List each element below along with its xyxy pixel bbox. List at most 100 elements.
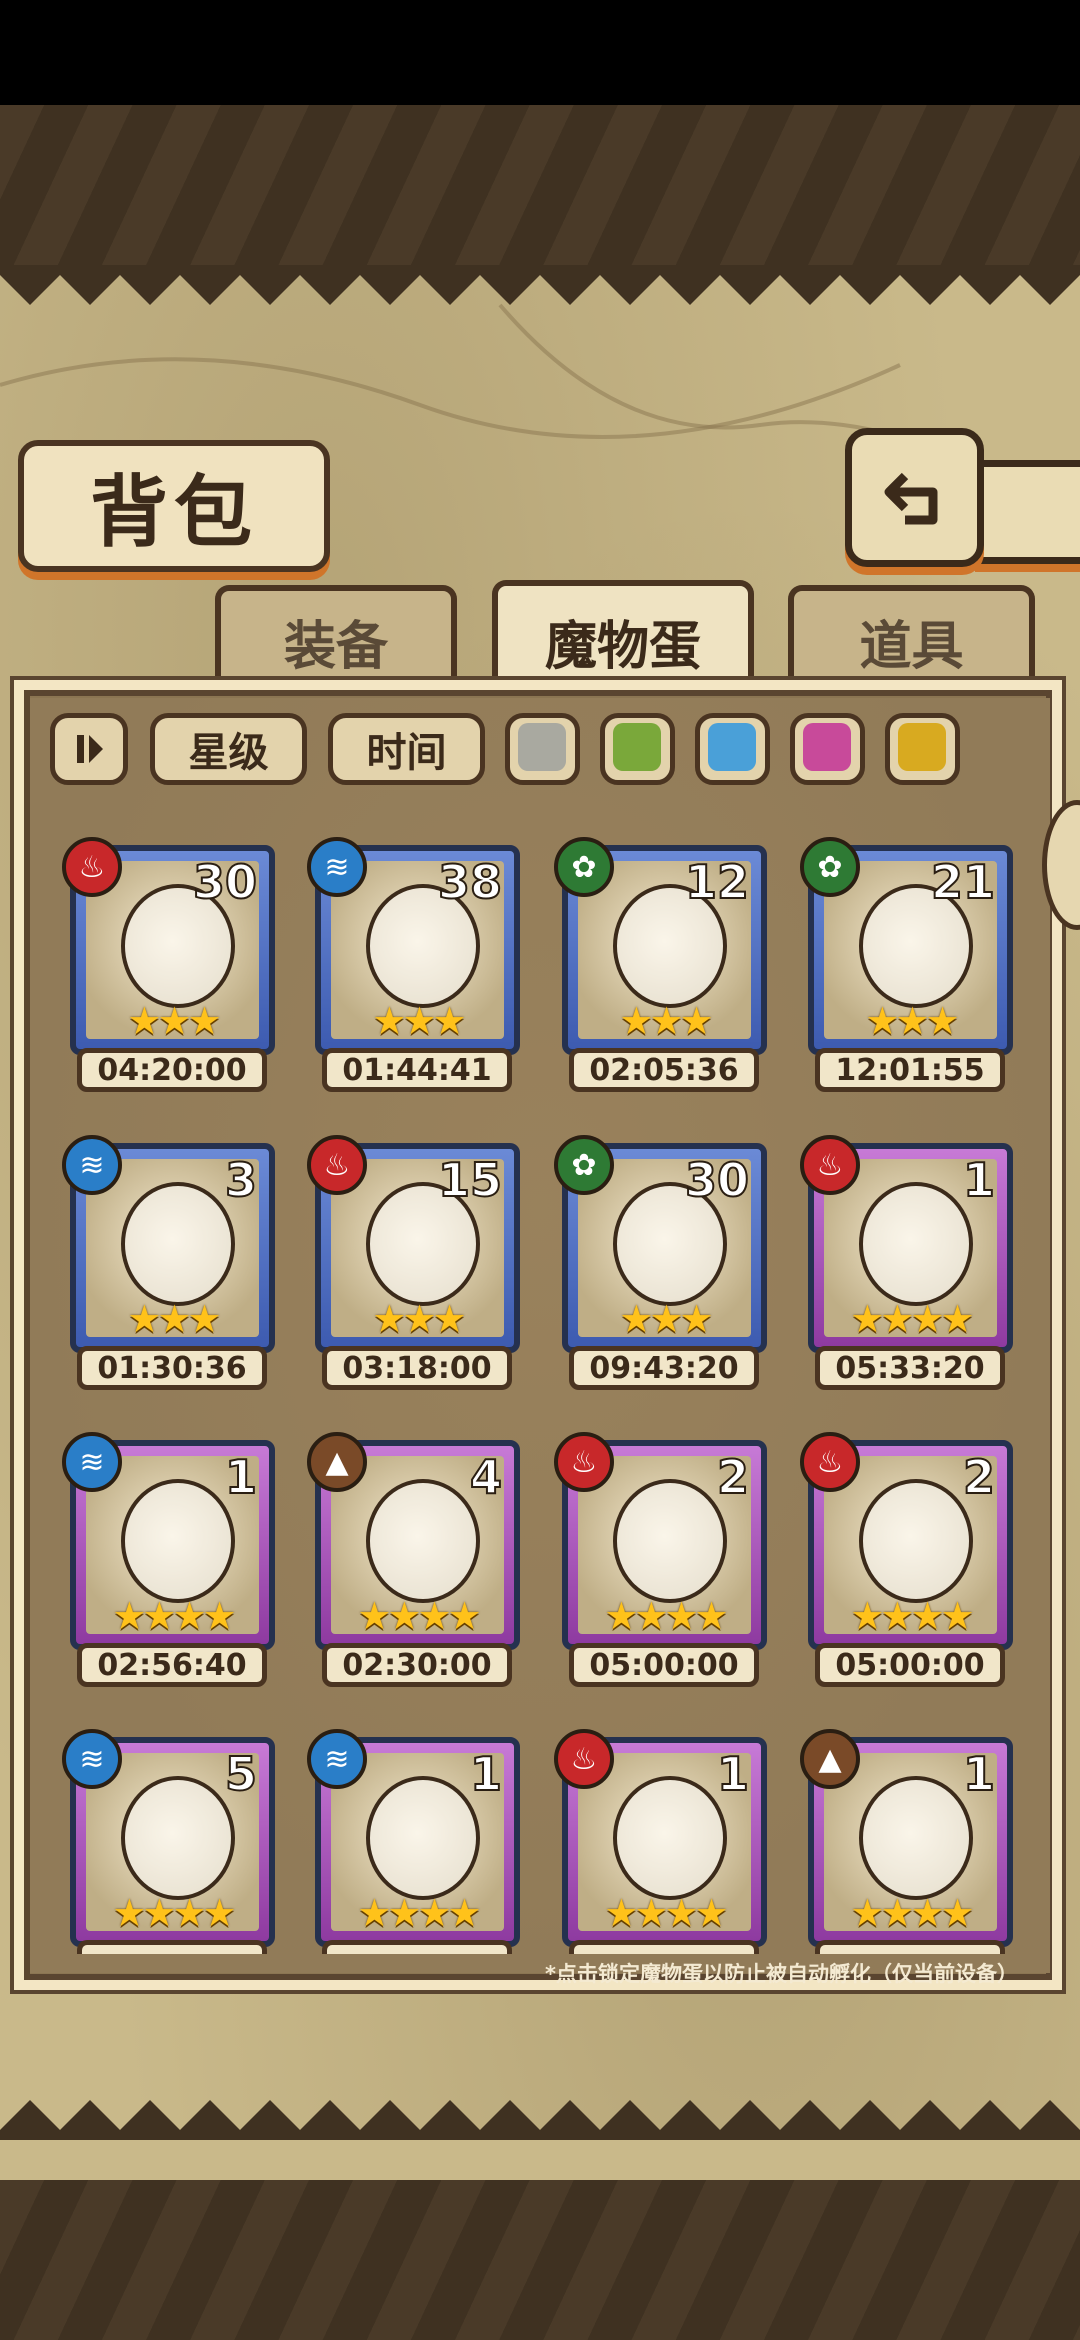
egg-count: 1 [716, 1746, 750, 1802]
hatch-timer: 01:30:36 [77, 1346, 267, 1390]
star-rating: ★★★ [372, 1297, 466, 1341]
back-arrow-icon [884, 472, 937, 524]
hatch-timer: 12:01:55 [815, 1048, 1005, 1092]
hatch-timer: 05:00:00 [815, 1643, 1005, 1687]
tab-equipment-label: 装备 [283, 616, 388, 677]
egg-card[interactable]: ♨ 1 ★★★★ [800, 1135, 1013, 1353]
egg-count: 1 [962, 1152, 996, 1208]
star-rating: ★★★★ [112, 1891, 236, 1935]
star-rating: ★★★★ [357, 1594, 481, 1638]
star-rating: ★★★★ [604, 1594, 728, 1638]
page-title-text: 背包 [89, 467, 258, 558]
tab-monster-eggs[interactable]: 魔物蛋 [492, 580, 754, 696]
star-rating: ★★★★ [850, 1891, 974, 1935]
back-button-extension [975, 460, 1080, 564]
egg-count: 1 [224, 1449, 258, 1505]
star-rating: ★★★ [619, 1297, 713, 1341]
hatch-timer-clipped [815, 1940, 1005, 1954]
status-bar [0, 0, 1080, 105]
egg-count: 2 [716, 1449, 750, 1505]
fire-element-icon: ♨ [554, 1729, 614, 1789]
star-rating: ★★★ [372, 999, 466, 1043]
star-rating: ★★★ [865, 999, 959, 1043]
egg-count: 4 [469, 1449, 503, 1505]
egg-count: 30 [192, 854, 258, 910]
egg-card[interactable]: ≋ 1 ★★★★ [307, 1729, 520, 1947]
egg-card[interactable]: ♨ 2 ★★★★ [800, 1432, 1013, 1650]
color-swatch-blue [708, 723, 756, 771]
fire-element-icon: ♨ [554, 1432, 614, 1492]
hatch-timer: 01:44:41 [322, 1048, 512, 1092]
egg-count: 30 [684, 1152, 750, 1208]
page-title: 背包 [18, 440, 330, 572]
egg-card[interactable]: ≋ 3 ★★★ [62, 1135, 275, 1353]
egg-card[interactable]: ✿ 21 ★★★ [800, 837, 1013, 1055]
egg-card[interactable]: ♨ 30 ★★★ [62, 837, 275, 1055]
star-rating: ★★★★ [112, 1594, 236, 1638]
pause-sort-icon [77, 735, 103, 763]
star-rating: ★★★★ [850, 1297, 974, 1341]
egg-card[interactable]: ▲ 1 ★★★★ [800, 1729, 1013, 1947]
egg-card[interactable]: ≋ 38 ★★★ [307, 837, 520, 1055]
egg-card[interactable]: ▲ 4 ★★★★ [307, 1432, 520, 1650]
egg-card[interactable]: ✿ 30 ★★★ [554, 1135, 767, 1353]
fire-element-icon: ♨ [307, 1135, 367, 1195]
earth-element-icon: ▲ [800, 1729, 860, 1789]
star-rating: ★★★★ [850, 1594, 974, 1638]
filter-star-label: 星级 [188, 730, 269, 776]
color-swatch-pink [803, 723, 851, 771]
egg-count: 38 [437, 854, 503, 910]
map-strip [0, 2140, 1080, 2180]
zigzag-border-bottom [0, 2100, 1080, 2140]
hatch-timer: 04:20:00 [77, 1048, 267, 1092]
egg-count: 1 [469, 1746, 503, 1802]
tab-equipment[interactable]: 装备 [215, 585, 457, 691]
fire-element-icon: ♨ [800, 1135, 860, 1195]
water-element-icon: ≋ [62, 1729, 122, 1789]
star-rating: ★★★ [619, 999, 713, 1043]
sort-toggle-button[interactable] [50, 713, 128, 785]
color-swatch-green [613, 723, 661, 771]
egg-card[interactable]: ♨ 15 ★★★ [307, 1135, 520, 1353]
map-background-bottom [0, 2180, 1080, 2340]
star-rating: ★★★ [127, 1297, 221, 1341]
egg-count: 21 [930, 854, 996, 910]
tab-monster-eggs-label: 魔物蛋 [544, 616, 701, 677]
filter-time-button[interactable]: 时间 [328, 713, 485, 785]
egg-card[interactable]: ♨ 1 ★★★★ [554, 1729, 767, 1947]
egg-card[interactable]: ✿ 12 ★★★ [554, 837, 767, 1055]
water-element-icon: ≋ [62, 1432, 122, 1492]
map-background-top [0, 105, 1080, 265]
egg-count: 3 [224, 1152, 258, 1208]
hatch-timer: 02:05:36 [569, 1048, 759, 1092]
star-rating: ★★★★ [604, 1891, 728, 1935]
egg-count: 5 [224, 1746, 258, 1802]
color-swatch-yellow [898, 723, 946, 771]
filter-time-label: 时间 [366, 730, 447, 776]
tab-items[interactable]: 道具 [788, 585, 1035, 691]
water-element-icon: ≋ [62, 1135, 122, 1195]
egg-card[interactable]: ≋ 1 ★★★★ [62, 1432, 275, 1650]
egg-count: 15 [437, 1152, 503, 1208]
hatch-timer-clipped [569, 1940, 759, 1954]
egg-count: 1 [962, 1746, 996, 1802]
lock-hint-text: *点击锁定魔物蛋以防止被自动孵化（仅当前设备） [545, 1962, 1018, 1986]
egg-card[interactable]: ♨ 2 ★★★★ [554, 1432, 767, 1650]
hatch-timer: 02:56:40 [77, 1643, 267, 1687]
back-button[interactable] [845, 428, 984, 567]
earth-element-icon: ▲ [307, 1432, 367, 1492]
tab-items-label: 道具 [859, 616, 964, 677]
leaf-element-icon: ✿ [554, 837, 614, 897]
zigzag-border-top [0, 265, 1080, 305]
fire-element-icon: ♨ [62, 837, 122, 897]
hatch-timer: 09:43:20 [569, 1346, 759, 1390]
filter-star-button[interactable]: 星级 [150, 713, 307, 785]
leaf-element-icon: ✿ [554, 1135, 614, 1195]
egg-count: 2 [962, 1449, 996, 1505]
egg-count: 12 [684, 854, 750, 910]
hatch-timer-clipped [77, 1940, 267, 1954]
egg-card[interactable]: ≋ 5 ★★★★ [62, 1729, 275, 1947]
fire-element-icon: ♨ [800, 1432, 860, 1492]
hatch-timer: 02:30:00 [322, 1643, 512, 1687]
water-element-icon: ≋ [307, 837, 367, 897]
